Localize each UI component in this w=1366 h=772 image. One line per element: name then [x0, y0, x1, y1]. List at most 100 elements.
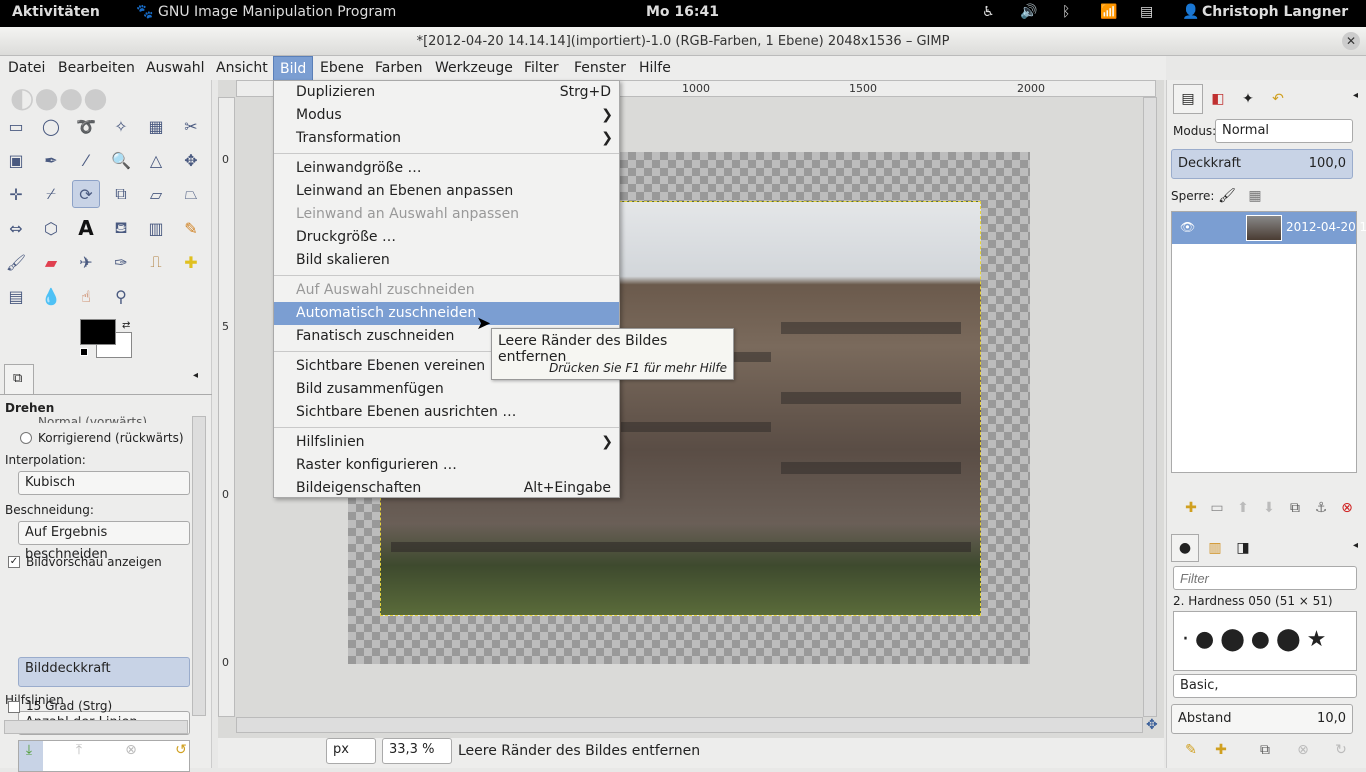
dodge-burn-icon[interactable]: ⚲ [107, 282, 135, 310]
delete-brush-icon[interactable]: ⊗ [1293, 740, 1313, 760]
guides-count-field[interactable] [18, 740, 190, 772]
clock[interactable]: Mo 16:41 [646, 4, 719, 20]
volume-icon[interactable]: 🔊 [1020, 4, 1037, 20]
heal-icon[interactable]: ✚ [177, 248, 205, 276]
menu-ebene[interactable]: Ebene [314, 56, 370, 80]
zoom-icon[interactable]: 🔍 [107, 146, 135, 174]
new-brush-icon[interactable]: ✚ [1211, 740, 1231, 760]
tool-options-scrollbar[interactable] [192, 416, 206, 716]
brush-grid[interactable]: ·●⬤●⬤★ [1173, 611, 1357, 671]
perspective-clone-icon[interactable]: ▤ [2, 282, 30, 310]
blur-icon[interactable]: 💧 [37, 282, 65, 310]
menu-auswahl[interactable]: Auswahl [140, 56, 211, 80]
rect-select-icon[interactable]: ▭ [2, 112, 30, 140]
airbrush-icon[interactable]: ✈ [72, 248, 100, 276]
navigate-icon[interactable]: ✥ [1146, 717, 1158, 733]
menu-item-duplicate[interactable]: Duplizieren Strg+D [274, 81, 619, 104]
gradients-tab-icon[interactable]: ◨ [1229, 534, 1257, 562]
undo-history-tab-icon[interactable]: ↶ [1263, 84, 1293, 114]
menu-item-print-size[interactable]: Druckgröße … [274, 226, 619, 249]
paths-tab-icon[interactable]: ✦ [1233, 84, 1263, 114]
raise-layer-icon[interactable]: ⬆ [1233, 498, 1253, 518]
vertical-ruler[interactable]: 0 5 0 0 [218, 97, 235, 717]
brush-filter-input[interactable] [1173, 566, 1357, 590]
battery-icon[interactable]: ▤ [1140, 4, 1153, 20]
color-select-icon[interactable]: ▦ [142, 112, 170, 140]
refresh-brushes-icon[interactable]: ↻ [1331, 740, 1351, 760]
flip-icon[interactable]: ⇔ [2, 214, 30, 242]
lasso-icon[interactable]: ➰ [72, 112, 100, 140]
tool-options-hscrollbar[interactable] [4, 720, 188, 734]
menu-hilfe[interactable]: Hilfe [633, 56, 677, 80]
menu-item-guides[interactable]: Hilfslinien ❯ [274, 431, 619, 454]
menu-item-transform[interactable]: Transformation ❯ [274, 127, 619, 150]
app-menu[interactable]: GNU Image Manipulation Program [158, 4, 396, 20]
preview-checkbox[interactable]: ✓ [8, 556, 20, 568]
menu-bearbeiten[interactable]: Bearbeiten [52, 56, 141, 80]
crop-icon[interactable]: ⌿ [37, 180, 65, 208]
interpolation-select[interactable]: Kubisch [18, 471, 190, 495]
menu-item-image-properties[interactable]: Bildeigenschaften Alt+Eingabe [274, 477, 619, 500]
panel-menu-icon[interactable]: ◂ [1353, 90, 1358, 101]
layers-tab-icon[interactable]: ▤ [1173, 84, 1203, 114]
bluetooth-icon[interactable]: ᛒ [1062, 4, 1070, 20]
duplicate-layer-icon[interactable]: ⧉ [1285, 498, 1305, 518]
canvas-vscrollbar[interactable] [1143, 97, 1157, 717]
delete-layer-icon[interactable]: ⊗ [1337, 498, 1357, 518]
accessibility-icon[interactable]: ♿ [982, 4, 995, 20]
save-options-icon[interactable]: ⤓ [18, 740, 40, 760]
scale-icon[interactable]: ⧉ [107, 180, 135, 208]
lock-alpha-icon[interactable]: ▦ [1247, 188, 1263, 204]
foreground-color[interactable] [80, 319, 116, 345]
rotate-icon[interactable]: ⟳ [72, 180, 100, 208]
foreground-select-icon[interactable]: ▣ [2, 146, 30, 174]
layer-row[interactable]: 👁 2012-04-20 14 [1172, 212, 1366, 244]
align-icon[interactable]: ✛ [2, 180, 30, 208]
gradient-icon[interactable]: ▥ [142, 214, 170, 242]
measure-icon[interactable]: △ [142, 146, 170, 174]
ink-icon[interactable]: ✑ [107, 248, 135, 276]
menu-ansicht[interactable]: Ansicht [210, 56, 274, 80]
menu-item-flatten[interactable]: Bild zusammenfügen [274, 378, 619, 401]
cage-icon[interactable]: ⬡ [37, 214, 65, 242]
eraser-icon[interactable]: ▰ [37, 248, 65, 276]
default-colors-icon[interactable] [80, 348, 88, 356]
color-picker-icon[interactable]: ⁄ [72, 146, 100, 174]
user-menu[interactable]: Christoph Langner [1202, 4, 1348, 20]
scissors-icon[interactable]: ✂ [177, 112, 205, 140]
lower-layer-icon[interactable]: ⬇ [1259, 498, 1279, 518]
smudge-icon[interactable]: ☝ [72, 282, 100, 310]
zoom-select[interactable]: 33,3 % [382, 738, 452, 764]
menu-item-scale-image[interactable]: Bild skalieren [274, 249, 619, 272]
menu-datei[interactable]: Datei [2, 56, 51, 80]
edit-brush-icon[interactable]: ✎ [1181, 740, 1201, 760]
menu-filter[interactable]: Filter [518, 56, 565, 80]
layer-list[interactable]: 👁 2012-04-20 14 [1171, 211, 1366, 473]
opacity-scale[interactable]: Bilddeckkraft [18, 657, 190, 687]
ellipse-select-icon[interactable]: ◯ [37, 112, 65, 140]
canvas-hscrollbar[interactable] [236, 717, 1143, 733]
paths-icon[interactable]: ✒ [37, 146, 65, 174]
brush-spacing-scale[interactable]: Abstand 10,0 [1171, 704, 1353, 734]
restore-options-icon[interactable]: ⤒ [68, 740, 90, 760]
panel-menu-icon[interactable]: ◂ [1353, 540, 1358, 551]
reset-options-icon[interactable]: ↺ [170, 740, 192, 760]
clone-icon[interactable]: ⎍ [142, 248, 170, 276]
menu-farben[interactable]: Farben [369, 56, 428, 80]
visibility-eye-icon[interactable]: 👁 [1180, 220, 1195, 234]
wifi-icon[interactable]: 📶 [1100, 4, 1117, 20]
menu-fenster[interactable]: Fenster [568, 56, 632, 80]
new-layer-group-icon[interactable]: ▭ [1207, 498, 1227, 518]
menu-item-canvas-size[interactable]: Leinwandgröße … [274, 157, 619, 180]
direction-corrective-radio[interactable] [20, 432, 32, 444]
fifteen-degree-checkbox[interactable] [8, 701, 20, 713]
menu-item-configure-grid[interactable]: Raster konfigurieren … [274, 454, 619, 477]
fuzzy-select-icon[interactable]: ✧ [107, 112, 135, 140]
menu-werkzeuge[interactable]: Werkzeuge [429, 56, 519, 80]
unit-select[interactable]: px [326, 738, 376, 764]
anchor-layer-icon[interactable]: ⚓ [1311, 498, 1331, 518]
layer-mode-select[interactable]: Normal [1215, 119, 1353, 143]
menu-item-canvas-fit-layers[interactable]: Leinwand an Ebenen anpassen [274, 180, 619, 203]
menu-bild[interactable]: Bild [273, 56, 314, 80]
text-tool-icon[interactable]: A [72, 214, 100, 242]
